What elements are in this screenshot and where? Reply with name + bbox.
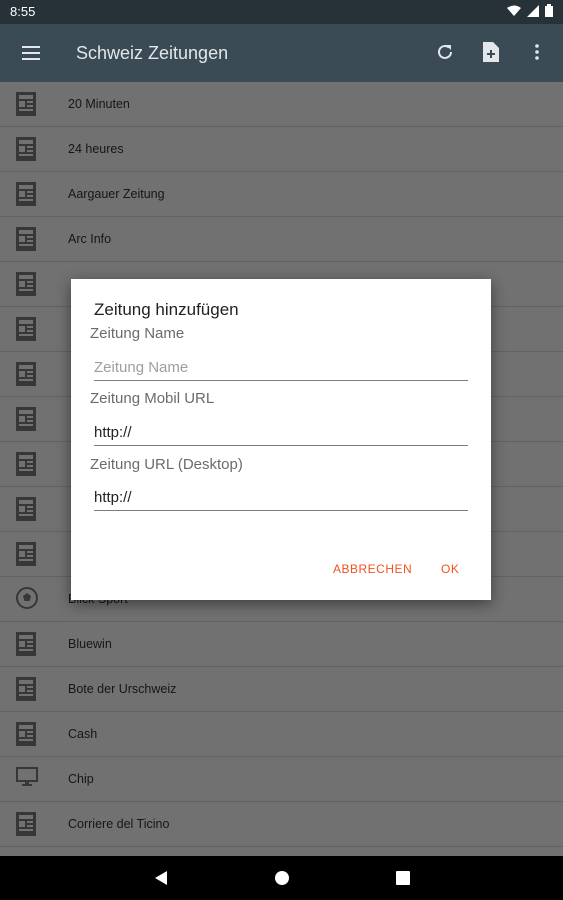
menu-button[interactable]	[18, 40, 44, 66]
signal-icon	[527, 4, 539, 17]
battery-icon	[545, 4, 553, 17]
app-title: Schweiz Zeitungen	[76, 43, 229, 63]
app-actions	[431, 38, 551, 66]
refresh-icon	[438, 44, 452, 59]
back-triangle-icon	[155, 871, 167, 885]
add-newspaper-button[interactable]	[477, 38, 505, 66]
home-button[interactable]	[271, 867, 293, 889]
back-button[interactable]	[150, 867, 172, 889]
cancel-button[interactable]: ABBRECHEN	[333, 562, 412, 576]
app-bar: Schweiz Zeitungen	[0, 24, 563, 82]
status-bar: 8:55	[0, 0, 563, 24]
more-vert-icon	[535, 44, 539, 60]
navigation-bar	[0, 856, 563, 900]
add-newspaper-dialog: Zeitung hinzufügen Zeitung Name Zeitung …	[71, 279, 491, 600]
recents-square-icon	[396, 871, 410, 885]
home-circle-icon	[275, 871, 289, 885]
mobile-url-label: Zeitung Mobil URL	[90, 390, 215, 407]
recents-button[interactable]	[392, 867, 414, 889]
desktop-url-input[interactable]	[94, 484, 468, 511]
refresh-button[interactable]	[431, 38, 459, 66]
name-input[interactable]	[94, 354, 468, 381]
status-icons	[507, 4, 553, 17]
ok-button[interactable]: OK	[441, 562, 459, 576]
add-file-icon	[483, 42, 499, 62]
overflow-menu-button[interactable]	[523, 38, 551, 66]
wifi-icon	[507, 5, 521, 16]
dialog-title: Zeitung hinzufügen	[94, 300, 239, 319]
desktop-url-label: Zeitung URL (Desktop)	[90, 456, 243, 473]
hamburger-menu-icon	[22, 46, 40, 60]
name-field-label: Zeitung Name	[90, 325, 185, 342]
mobile-url-input[interactable]	[94, 419, 468, 446]
status-time: 8:55	[10, 4, 36, 19]
